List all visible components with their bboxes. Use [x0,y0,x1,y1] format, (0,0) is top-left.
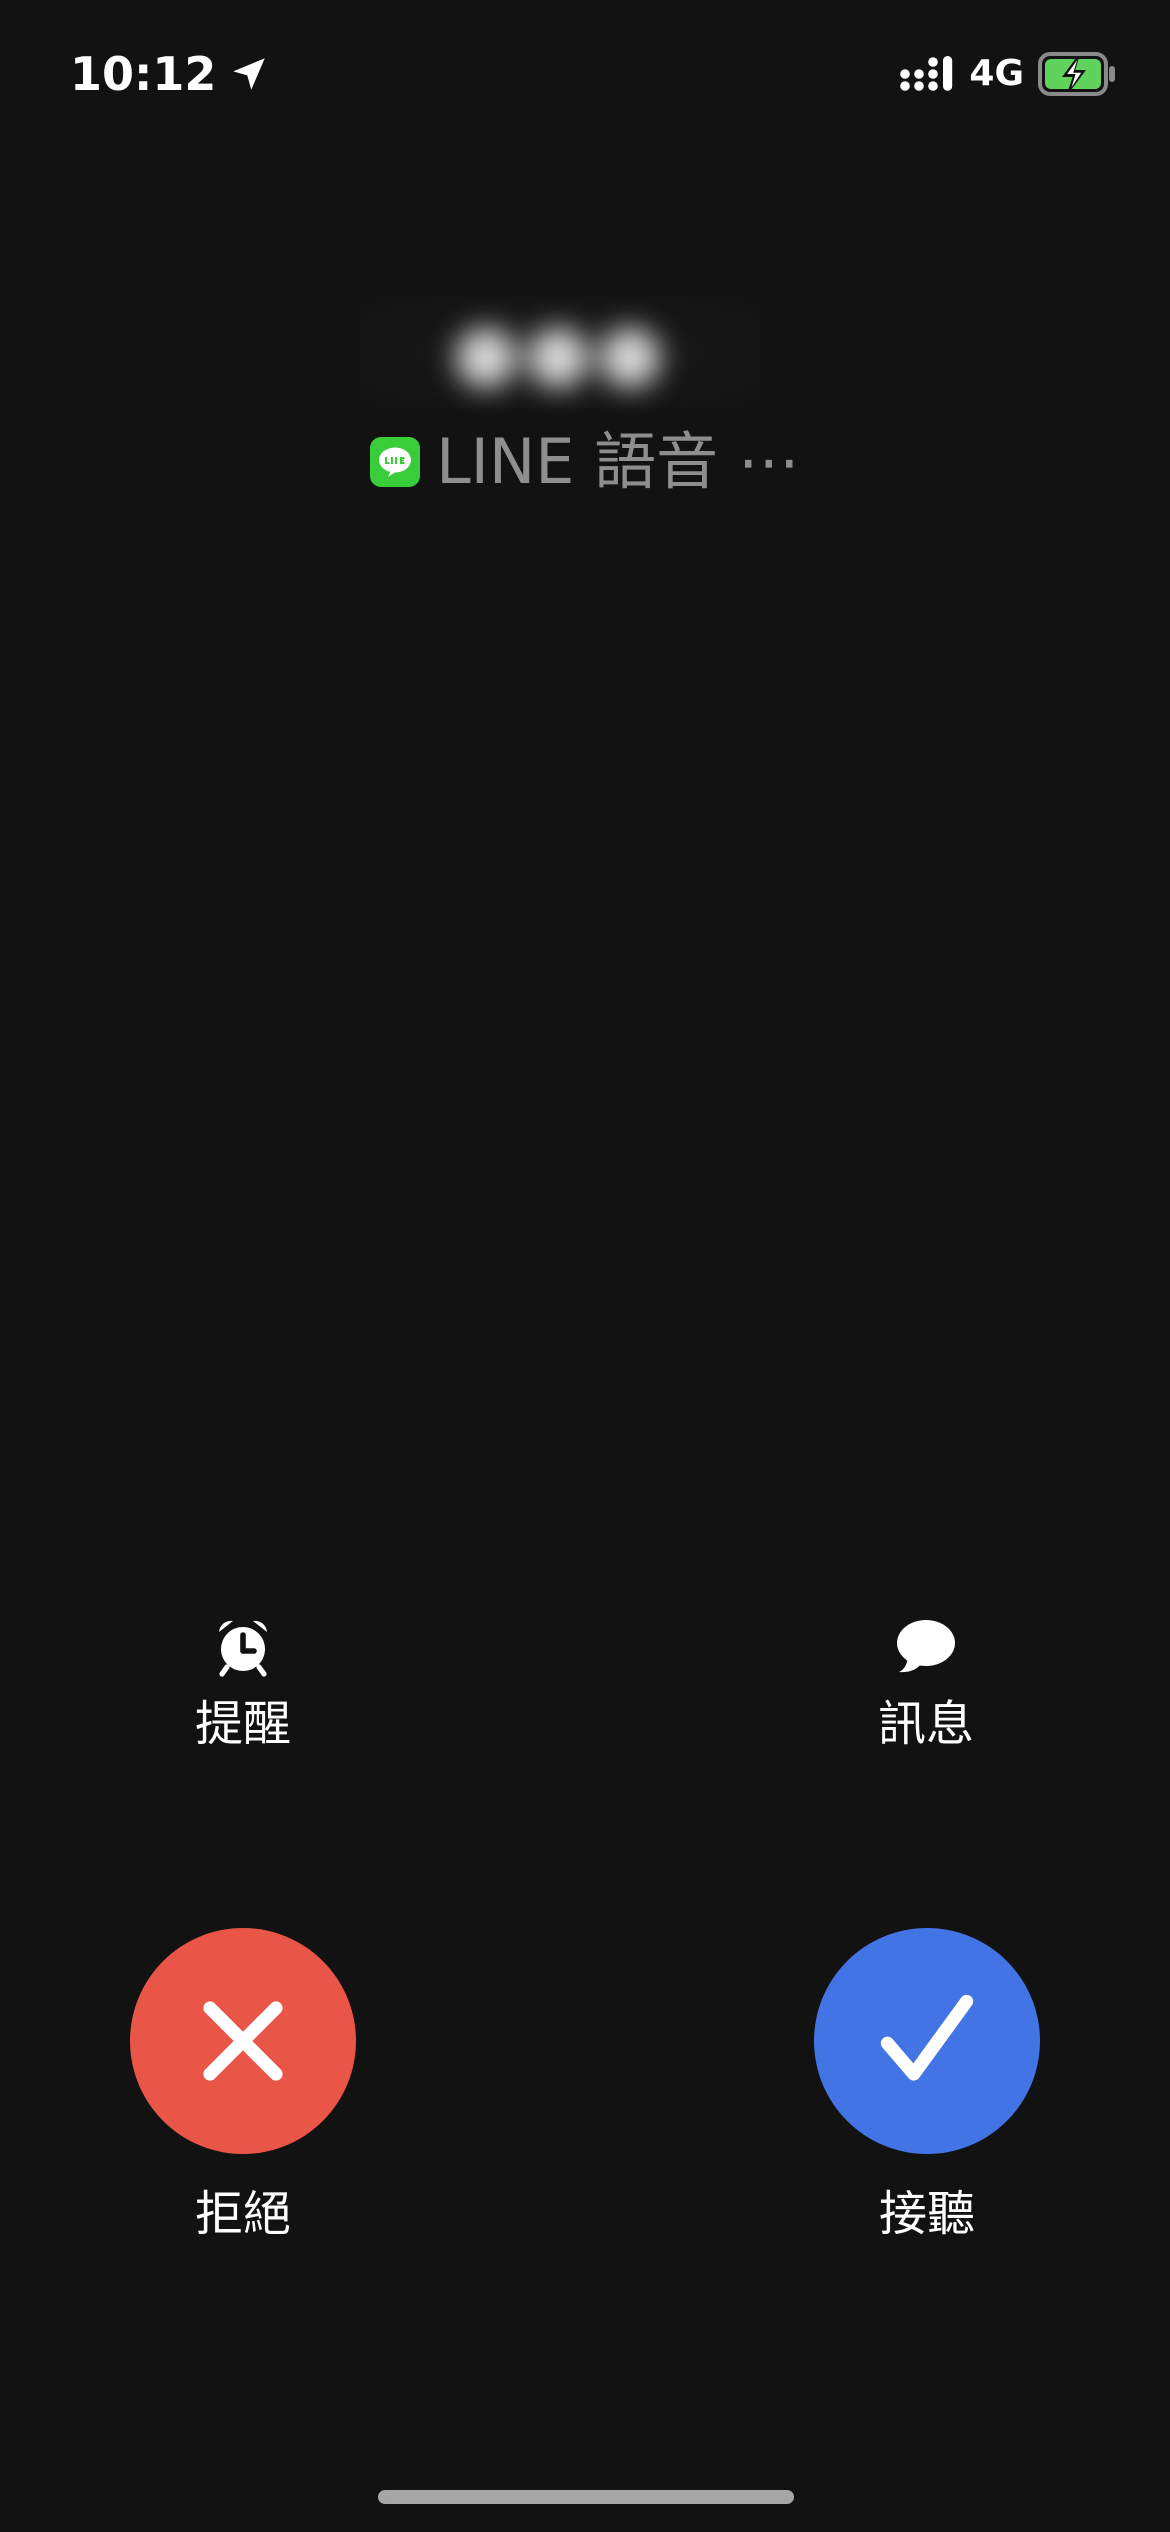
cellular-signal-icon [900,56,953,91]
decline-action: 拒絕 [128,1928,358,2244]
remind-me-label: 提醒 [194,1696,291,1752]
message-label: 訊息 [877,1696,974,1752]
line-app-icon [370,437,421,487]
status-bar: 10:12 4G [0,0,1170,140]
decline-label: 拒絕 [194,2186,291,2242]
alarm-clock-icon [219,1620,267,1677]
time-group: 10:12 [70,44,270,104]
remind-me-button[interactable]: 提醒 [133,1614,353,1754]
decline-button[interactable] [130,1928,356,2154]
message-button[interactable]: 訊息 [816,1614,1036,1754]
accept-label: 接聽 [878,2186,975,2242]
accept-button[interactable] [814,1928,1040,2154]
accept-action: 接聽 [812,1928,1042,2244]
status-time: 10:12 [70,47,217,101]
incoming-call-screen: 10:12 4G ●●● LINE 語音 ⋯ 提醒 訊息 拒絕 接聽 [0,0,1170,2532]
checkmark-icon [880,1994,974,2081]
caller-name: ●●● [451,307,669,397]
caller-name-area: ●●● [360,296,760,408]
home-indicator[interactable] [378,2490,794,2504]
status-indicators: 4G [899,52,1118,96]
battery-charging-icon [1038,52,1115,96]
network-type: 4G [969,53,1024,94]
call-source: LINE 語音 ⋯ [0,424,1170,500]
x-icon [203,2001,283,2081]
speech-bubble-icon [897,1620,955,1673]
call-source-label: LINE 語音 ⋯ [436,425,800,498]
location-arrow-icon [233,58,266,90]
